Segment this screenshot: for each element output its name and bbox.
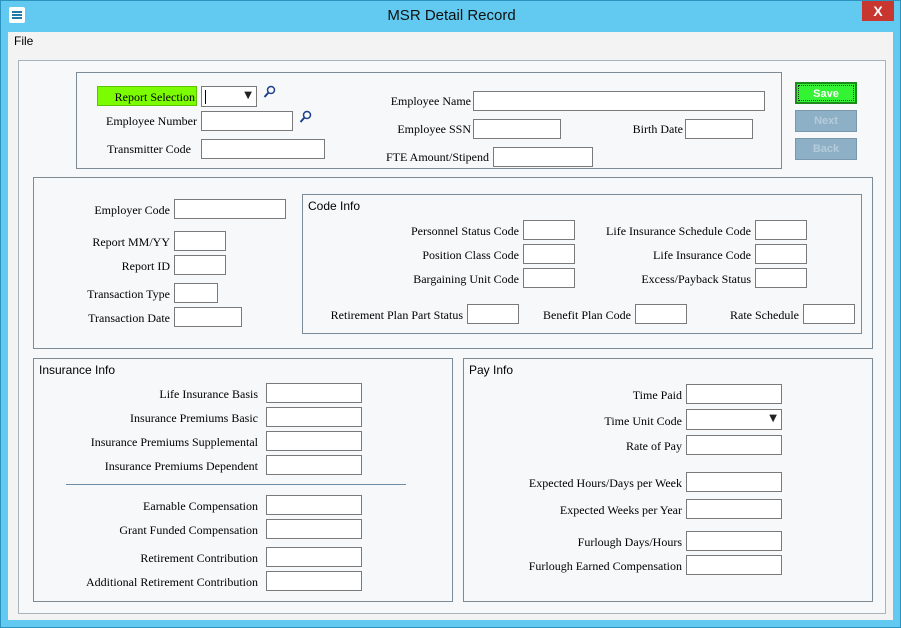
grant-funded-compensation-label: Grant Funded Compensation bbox=[119, 523, 258, 537]
employer-code-label: Employer Code bbox=[94, 203, 170, 217]
position-class-code-label: Position Class Code bbox=[422, 248, 519, 262]
transaction-date-label: Transaction Date bbox=[88, 311, 170, 325]
section-divider bbox=[66, 484, 406, 485]
time-unit-code-dropdown[interactable]: ▼ bbox=[686, 409, 782, 430]
menu-bar: File bbox=[8, 32, 893, 52]
report-id-input[interactable] bbox=[174, 255, 226, 275]
bargaining-unit-code-label: Bargaining Unit Code bbox=[413, 272, 519, 286]
report-mmyy-input[interactable] bbox=[174, 231, 226, 251]
expected-hours-days-per-week-label: Expected Hours/Days per Week bbox=[528, 476, 682, 490]
client-area: File Report Selection ▼ Employee Number … bbox=[8, 32, 893, 620]
pay-info-title: Pay Info bbox=[469, 363, 514, 377]
personnel-status-code-input[interactable] bbox=[523, 220, 575, 240]
report-selection-dropdown[interactable]: ▼ bbox=[201, 86, 257, 107]
magnifier-icon[interactable] bbox=[263, 85, 277, 99]
fte-amount-label: FTE Amount/Stipend bbox=[385, 150, 489, 164]
transmitter-code-label: Transmitter Code bbox=[107, 142, 191, 156]
text-cursor bbox=[205, 90, 206, 104]
earnable-compensation-label: Earnable Compensation bbox=[143, 499, 258, 513]
employee-ssn-input[interactable] bbox=[473, 119, 561, 139]
insurance-premiums-dependent-input[interactable] bbox=[266, 455, 362, 475]
form-panel: Report Selection ▼ Employee Number Trans… bbox=[18, 60, 886, 614]
excess-payback-status-label: Excess/Payback Status bbox=[641, 272, 751, 286]
rate-schedule-label: Rate Schedule bbox=[730, 308, 799, 322]
employee-ssn-label: Employee SSN bbox=[397, 122, 471, 136]
expected-hours-days-per-week-input[interactable] bbox=[686, 472, 782, 492]
pay-info-group: Pay Info Time Paid Time Unit Code ▼ Rate… bbox=[463, 358, 873, 602]
transmitter-code-input[interactable] bbox=[201, 139, 325, 159]
furlough-days-hours-label: Furlough Days/Hours bbox=[577, 535, 682, 549]
retirement-contribution-label: Retirement Contribution bbox=[140, 551, 258, 565]
life-insurance-basis-input[interactable] bbox=[266, 383, 362, 403]
fte-amount-input[interactable] bbox=[493, 147, 593, 167]
benefit-plan-code-label: Benefit Plan Code bbox=[543, 308, 631, 322]
life-insurance-schedule-code-input[interactable] bbox=[755, 220, 807, 240]
additional-retirement-contribution-label: Additional Retirement Contribution bbox=[86, 575, 258, 589]
additional-retirement-contribution-input[interactable] bbox=[266, 571, 362, 591]
furlough-days-hours-input[interactable] bbox=[686, 531, 782, 551]
transaction-type-label: Transaction Type bbox=[87, 287, 170, 301]
transaction-type-input[interactable] bbox=[174, 283, 218, 303]
insurance-premiums-dependent-label: Insurance Premiums Dependent bbox=[104, 459, 258, 473]
life-insurance-schedule-code-label: Life Insurance Schedule Code bbox=[606, 224, 751, 238]
employer-group: Employer Code Report MM/YY Report ID Tra… bbox=[33, 177, 873, 349]
benefit-plan-code-input[interactable] bbox=[635, 304, 687, 324]
life-insurance-basis-label: Life Insurance Basis bbox=[159, 387, 258, 401]
code-info-group: Code Info Personnel Status Code Position… bbox=[302, 194, 862, 334]
retirement-plan-part-status-input[interactable] bbox=[467, 304, 519, 324]
time-unit-code-label: Time Unit Code bbox=[604, 414, 682, 428]
title-bar[interactable]: MSR Detail Record X bbox=[1, 1, 900, 31]
chevron-down-icon: ▼ bbox=[244, 90, 252, 101]
position-class-code-input[interactable] bbox=[523, 244, 575, 264]
app-window: MSR Detail Record X File Report Selectio… bbox=[0, 0, 901, 628]
time-paid-label: Time Paid bbox=[632, 388, 682, 402]
birth-date-label: Birth Date bbox=[632, 122, 683, 136]
menu-item-file[interactable]: File bbox=[14, 34, 33, 48]
employee-number-label: Employee Number bbox=[106, 114, 197, 128]
save-button[interactable]: Save bbox=[795, 82, 857, 104]
transaction-date-input[interactable] bbox=[174, 307, 242, 327]
rate-of-pay-input[interactable] bbox=[686, 435, 782, 455]
chevron-down-icon: ▼ bbox=[769, 413, 777, 424]
time-paid-input[interactable] bbox=[686, 384, 782, 404]
header-group: Report Selection ▼ Employee Number Trans… bbox=[76, 72, 782, 169]
rate-of-pay-label: Rate of Pay bbox=[626, 439, 682, 453]
employee-name-input[interactable] bbox=[473, 91, 765, 111]
expected-weeks-per-year-label: Expected Weeks per Year bbox=[559, 503, 682, 517]
employer-code-input[interactable] bbox=[174, 199, 286, 219]
insurance-premiums-supplemental-label: Insurance Premiums Supplemental bbox=[90, 435, 258, 449]
back-button[interactable]: Back bbox=[795, 138, 857, 160]
rate-schedule-input[interactable] bbox=[803, 304, 855, 324]
insurance-premiums-basic-input[interactable] bbox=[266, 407, 362, 427]
next-button[interactable]: Next bbox=[795, 110, 857, 132]
report-id-label: Report ID bbox=[121, 259, 170, 273]
employee-name-label: Employee Name bbox=[390, 94, 471, 108]
insurance-premiums-supplemental-input[interactable] bbox=[266, 431, 362, 451]
window-title: MSR Detail Record bbox=[387, 7, 516, 24]
birth-date-input[interactable] bbox=[685, 119, 753, 139]
retirement-contribution-input[interactable] bbox=[266, 547, 362, 567]
report-selection-label: Report Selection bbox=[97, 86, 197, 106]
personnel-status-code-label: Personnel Status Code bbox=[411, 224, 519, 238]
furlough-earned-compensation-label: Furlough Earned Compensation bbox=[528, 559, 682, 573]
report-mmyy-label: Report MM/YY bbox=[92, 235, 170, 249]
excess-payback-status-input[interactable] bbox=[755, 268, 807, 288]
magnifier-icon[interactable] bbox=[299, 110, 313, 124]
close-button[interactable]: X bbox=[862, 1, 894, 21]
code-info-title: Code Info bbox=[308, 199, 361, 213]
employee-number-input[interactable] bbox=[201, 111, 293, 131]
expected-weeks-per-year-input[interactable] bbox=[686, 499, 782, 519]
insurance-info-group: Insurance Info Life Insurance Basis Insu… bbox=[33, 358, 453, 602]
bargaining-unit-code-input[interactable] bbox=[523, 268, 575, 288]
grant-funded-compensation-input[interactable] bbox=[266, 519, 362, 539]
retirement-plan-part-status-label: Retirement Plan Part Status bbox=[330, 308, 463, 322]
life-insurance-code-input[interactable] bbox=[755, 244, 807, 264]
earnable-compensation-input[interactable] bbox=[266, 495, 362, 515]
insurance-premiums-basic-label: Insurance Premiums Basic bbox=[130, 411, 258, 425]
life-insurance-code-label: Life Insurance Code bbox=[653, 248, 751, 262]
insurance-info-title: Insurance Info bbox=[39, 363, 116, 377]
furlough-earned-compensation-input[interactable] bbox=[686, 555, 782, 575]
